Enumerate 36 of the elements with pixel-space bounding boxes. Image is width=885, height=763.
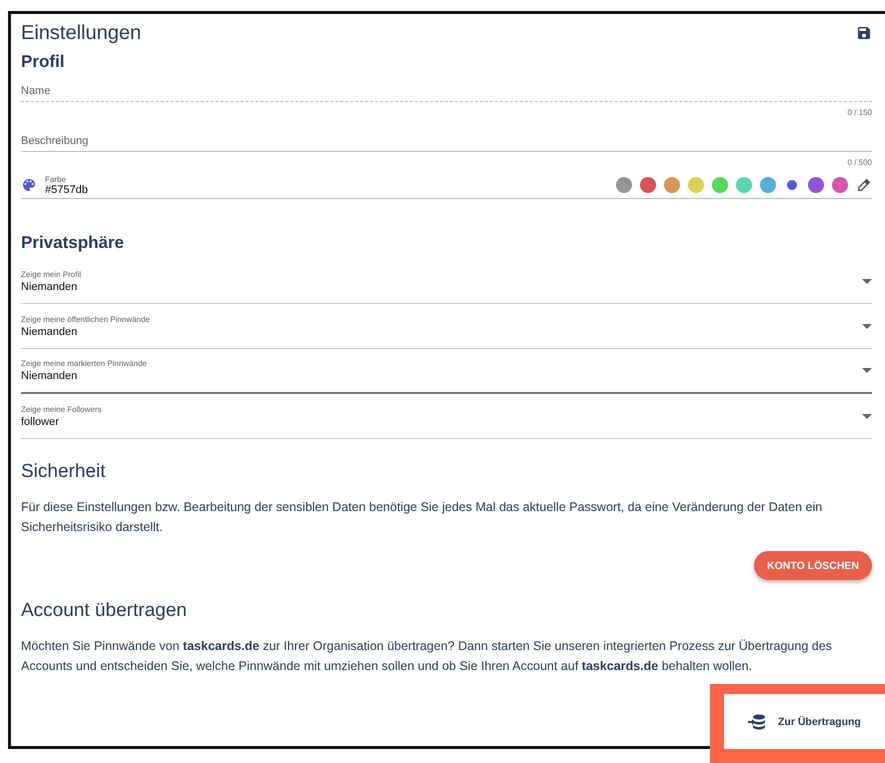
select-field[interactable]: Zeige mein Profil Niemanden [21, 259, 872, 304]
color-value[interactable]: #5757db [45, 184, 608, 196]
section-heading: Profil [21, 52, 66, 72]
section-heading: Privatsphäre [21, 233, 125, 253]
dropdown-icon [862, 324, 872, 328]
char-counter: 0 / 500 [848, 158, 872, 167]
dropdown-icon [862, 368, 872, 373]
transfer-button[interactable]: Zur Übertragung [724, 694, 885, 749]
palette-icon [21, 177, 37, 193]
section-heading: Account übertragen [21, 600, 188, 622]
color-swatch[interactable] [787, 180, 797, 190]
save-icon[interactable] [856, 25, 872, 41]
color-swatch[interactable] [664, 177, 680, 193]
section-heading: Sicherheit [21, 461, 106, 483]
color-swatch[interactable] [688, 177, 704, 193]
color-swatch[interactable] [712, 177, 728, 193]
coins-icon [748, 714, 766, 730]
dropdown-icon [862, 414, 872, 418]
char-counter: 0 / 150 [848, 108, 872, 117]
field-label: Farbe [45, 174, 67, 184]
dropdown-icon [862, 278, 872, 284]
input-field[interactable]: Name [21, 72, 872, 102]
color-swatch[interactable] [616, 177, 632, 193]
select-field[interactable]: Zeige meine markierten Pinnwände Niemanden [21, 349, 872, 394]
color-swatch[interactable] [808, 177, 824, 193]
color-swatch[interactable] [640, 177, 656, 193]
color-swatch[interactable] [760, 177, 776, 193]
paragraph: Für diese Einstellungen bzw. Bearbeitung der sensiblen Daten benötige Sie jedes Mal das aktuelle Passwort, da eine Veränderung der Daten ein Sicherheitsrisiko darstellt. [21, 499, 824, 536]
input-field[interactable]: Beschreibung [21, 122, 872, 152]
color-swatch[interactable] [736, 177, 752, 193]
color-swatch[interactable] [832, 177, 848, 193]
page-title: Einstellungen [21, 22, 142, 44]
paragraph: Möchten Sie Pinnwände von taskcards.de zur Ihrer Organisation übertragen? Dann starten Sie unseren integrierten Prozess zur Übertragung des Accounts und entscheiden Sie, welche Pinnwände mit umziehen sollen und ob Sie Ihren Account auf taskcards.de behalten wollen. [21, 638, 833, 675]
eyedropper-icon[interactable] [856, 177, 872, 193]
select-field[interactable]: Zeige meine Followers follower [21, 394, 872, 439]
select-field[interactable]: Zeige meine öffentlichen Pinnwände Niemanden [21, 304, 872, 349]
